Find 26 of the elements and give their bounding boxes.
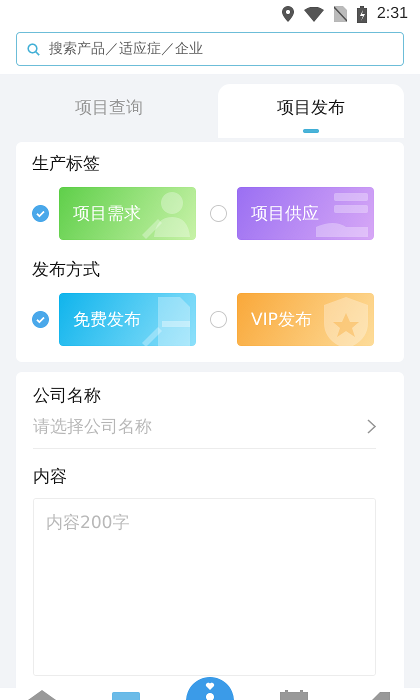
no-sim-icon xyxy=(334,6,347,22)
tab[interactable]: 项目发布 xyxy=(218,84,404,138)
checked-radio[interactable] xyxy=(32,205,49,222)
field-label: 内容 xyxy=(33,466,68,488)
checked-radio[interactable] xyxy=(32,311,49,328)
section-title: 发布方式 xyxy=(32,259,101,281)
option-button[interactable]: 免费发布 xyxy=(59,293,196,346)
location-icon xyxy=(282,6,294,22)
home-icon[interactable] xyxy=(28,688,56,700)
section-title: 生产标签 xyxy=(32,153,101,175)
search-icon xyxy=(27,43,40,56)
search-field[interactable]: 搜索产品／适应症／企业 xyxy=(16,32,404,66)
radio-button[interactable] xyxy=(210,311,227,328)
publish-icon[interactable] xyxy=(185,676,235,700)
option-button[interactable]: VIP发布 xyxy=(237,293,374,346)
option-button[interactable]: 项目需求 xyxy=(59,187,196,240)
radio-button[interactable] xyxy=(210,205,227,222)
battery-icon xyxy=(356,6,367,22)
field-label: 公司名称 xyxy=(33,385,102,407)
clock-time: 2:31 xyxy=(376,5,408,23)
tab[interactable]: 项目查询 xyxy=(16,84,202,138)
calendar-icon[interactable] xyxy=(280,688,308,700)
tab-indicator xyxy=(303,129,319,133)
company-select[interactable]: 请选择公司名称 xyxy=(33,407,376,449)
wifi-icon xyxy=(304,6,324,22)
option-button[interactable]: 项目供应 xyxy=(237,187,374,240)
